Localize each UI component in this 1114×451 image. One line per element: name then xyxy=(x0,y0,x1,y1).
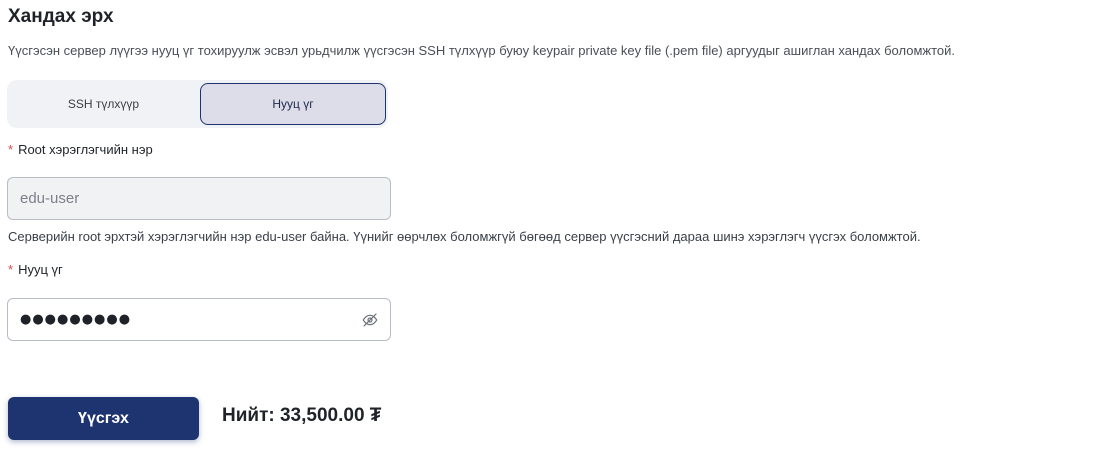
tab-ssh-key[interactable]: SSH түлхүүр xyxy=(10,83,197,125)
password-label-text: Нууц үг xyxy=(18,262,63,277)
create-button[interactable]: Үүсгэх xyxy=(8,397,199,440)
required-mark: * xyxy=(8,142,14,157)
password-label: * Нууц үг xyxy=(8,262,63,277)
root-user-help: Серверийн root эрхтэй хэрэглэгчийн нэр e… xyxy=(8,229,921,244)
root-user-label-text: Root хэрэглэгчийн нэр xyxy=(18,142,153,157)
root-user-value: edu-user xyxy=(20,190,80,207)
root-user-label: * Root хэрэглэгчийн нэр xyxy=(8,142,153,157)
required-mark: * xyxy=(8,262,14,277)
auth-method-toggle: SSH түлхүүр Нууц үг xyxy=(7,80,388,128)
section-title: Хандах эрх xyxy=(8,6,114,27)
tab-password[interactable]: Нууц үг xyxy=(200,83,386,125)
password-masked-value: ●●●●●●●●● xyxy=(20,312,132,327)
root-user-input[interactable]: edu-user xyxy=(7,177,391,220)
section-description: Үүсгэсэн сервер лүүгээ нууц үг тохируулж… xyxy=(8,43,956,58)
eye-off-icon[interactable] xyxy=(362,312,378,328)
total-price: Нийт: 33,500.00 ₮ xyxy=(222,405,382,426)
password-input[interactable]: ●●●●●●●●● xyxy=(7,298,391,341)
